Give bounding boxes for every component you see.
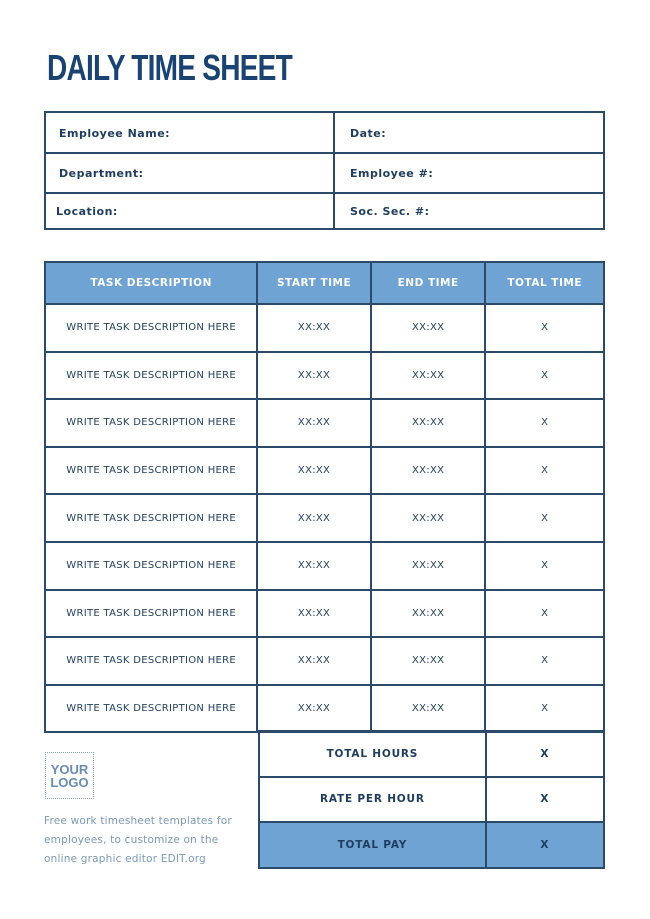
logo-placeholder[interactable]: YOUR LOGO	[45, 752, 94, 799]
end-time-cell[interactable]: XX:XX	[369, 540, 487, 591]
header-total-time: TOTAL TIME	[484, 261, 605, 305]
task-description-cell[interactable]: WRITE TASK DESCRIPTION HERE	[43, 445, 259, 496]
task-description-cell[interactable]: WRITE TASK DESCRIPTION HERE	[43, 540, 259, 591]
table-header-row: TASK DESCRIPTION START TIME END TIME TOT…	[43, 261, 605, 305]
start-time-cell[interactable]: XX:XX	[256, 398, 372, 448]
rate-per-hour-row: RATE PER HOUR X	[258, 775, 606, 824]
end-time-cell[interactable]: XX:XX	[369, 303, 487, 353]
end-time-cell[interactable]: XX:XX	[369, 588, 487, 639]
start-time-cell[interactable]: XX:XX	[256, 350, 372, 401]
start-time-cell[interactable]: XX:XX	[256, 588, 372, 639]
total-time-cell[interactable]: X	[484, 303, 605, 353]
total-pay-label: TOTAL PAY	[258, 821, 487, 869]
task-description-cell[interactable]: WRITE TASK DESCRIPTION HERE	[43, 303, 259, 353]
total-time-cell[interactable]: X	[484, 350, 605, 401]
footnote-text: Free work timesheet templates for employ…	[44, 815, 232, 865]
department-field[interactable]: Department:	[59, 167, 143, 180]
total-time-cell[interactable]: X	[484, 398, 605, 448]
logo-text-line2: LOGO	[50, 774, 89, 790]
header-start-time: START TIME	[256, 261, 372, 305]
total-time-cell[interactable]: X	[484, 445, 605, 496]
employee-number-field[interactable]: Employee #:	[350, 167, 433, 180]
end-time-cell[interactable]: XX:XX	[369, 398, 487, 448]
start-time-cell[interactable]: XX:XX	[256, 636, 372, 686]
table-row: WRITE TASK DESCRIPTION HERE XX:XX XX:XX X	[43, 350, 605, 401]
employee-name-field[interactable]: Employee Name:	[59, 127, 170, 140]
end-time-cell[interactable]: XX:XX	[369, 445, 487, 496]
location-field[interactable]: Location:	[56, 205, 118, 218]
date-field[interactable]: Date:	[350, 127, 386, 140]
total-pay-row: TOTAL PAY X	[258, 821, 606, 869]
page-title: DAILY TIME SHEET	[47, 47, 293, 88]
task-description-cell[interactable]: WRITE TASK DESCRIPTION HERE	[43, 398, 259, 448]
task-description-cell[interactable]: WRITE TASK DESCRIPTION HERE	[43, 588, 259, 639]
total-hours-value[interactable]: X	[484, 730, 606, 778]
start-time-cell[interactable]: XX:XX	[256, 493, 372, 543]
rate-per-hour-label: RATE PER HOUR	[258, 775, 487, 824]
soc-sec-field[interactable]: Soc. Sec. #:	[350, 205, 430, 218]
total-hours-label: TOTAL HOURS	[258, 730, 487, 778]
end-time-cell[interactable]: XX:XX	[369, 683, 487, 734]
header-end-time: END TIME	[369, 261, 487, 305]
info-divider	[46, 152, 603, 154]
total-time-cell[interactable]: X	[484, 683, 605, 734]
task-description-cell[interactable]: WRITE TASK DESCRIPTION HERE	[43, 636, 259, 686]
header-task-description: TASK DESCRIPTION	[43, 261, 259, 305]
total-time-cell[interactable]: X	[484, 493, 605, 543]
start-time-cell[interactable]: XX:XX	[256, 540, 372, 591]
start-time-cell[interactable]: XX:XX	[256, 303, 372, 353]
table-row: WRITE TASK DESCRIPTION HERE XX:XX XX:XX X	[43, 636, 605, 686]
table-row: WRITE TASK DESCRIPTION HERE XX:XX XX:XX X	[43, 398, 605, 448]
table-row: WRITE TASK DESCRIPTION HERE XX:XX XX:XX X	[43, 540, 605, 591]
total-time-cell[interactable]: X	[484, 588, 605, 639]
total-pay-value[interactable]: X	[484, 821, 606, 869]
total-time-cell[interactable]: X	[484, 540, 605, 591]
total-hours-row: TOTAL HOURS X	[258, 730, 606, 778]
task-description-cell[interactable]: WRITE TASK DESCRIPTION HERE	[43, 683, 259, 734]
summary-table: TOTAL HOURS X RATE PER HOUR X TOTAL PAY …	[258, 730, 606, 869]
employee-info-box: Employee Name: Date: Department: Employe…	[44, 111, 605, 230]
end-time-cell[interactable]: XX:XX	[369, 350, 487, 401]
table-row: WRITE TASK DESCRIPTION HERE XX:XX XX:XX X	[43, 683, 605, 734]
info-divider-vertical	[333, 113, 335, 228]
info-divider	[46, 192, 603, 194]
task-description-cell[interactable]: WRITE TASK DESCRIPTION HERE	[43, 350, 259, 401]
task-description-cell[interactable]: WRITE TASK DESCRIPTION HERE	[43, 493, 259, 543]
table-row: WRITE TASK DESCRIPTION HERE XX:XX XX:XX X	[43, 445, 605, 496]
end-time-cell[interactable]: XX:XX	[369, 493, 487, 543]
start-time-cell[interactable]: XX:XX	[256, 683, 372, 734]
table-row: WRITE TASK DESCRIPTION HERE XX:XX XX:XX X	[43, 493, 605, 543]
table-row: WRITE TASK DESCRIPTION HERE XX:XX XX:XX X	[43, 588, 605, 639]
end-time-cell[interactable]: XX:XX	[369, 636, 487, 686]
task-table: TASK DESCRIPTION START TIME END TIME TOT…	[43, 261, 605, 734]
rate-per-hour-value[interactable]: X	[484, 775, 606, 824]
start-time-cell[interactable]: XX:XX	[256, 445, 372, 496]
table-row: WRITE TASK DESCRIPTION HERE XX:XX XX:XX X	[43, 303, 605, 353]
total-time-cell[interactable]: X	[484, 636, 605, 686]
logo-text-line1: YOUR	[50, 761, 89, 777]
